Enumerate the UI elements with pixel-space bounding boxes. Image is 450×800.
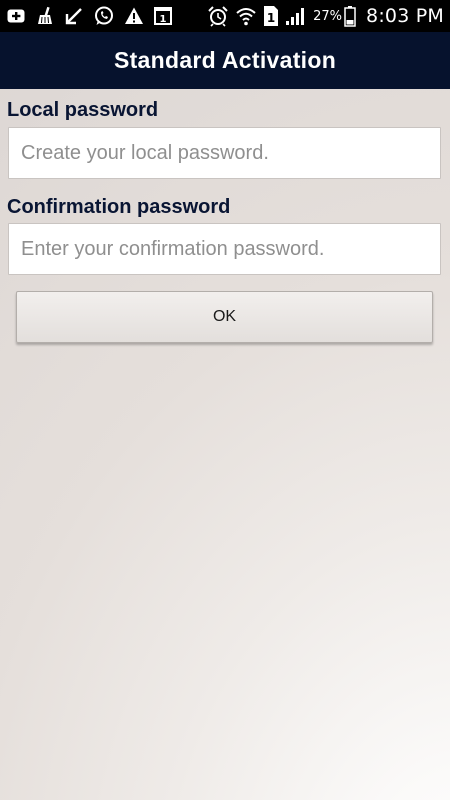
confirmation-password-label: Confirmation password <box>7 196 231 218</box>
missed-call-icon <box>64 6 84 26</box>
confirmation-password-input[interactable] <box>8 223 441 275</box>
ok-button[interactable]: OK <box>16 291 433 343</box>
sim-slot-text: 1 <box>267 11 275 25</box>
activation-form: Local password Confirmation password OK <box>0 89 450 800</box>
warning-icon <box>124 6 144 26</box>
status-left-icons: 1 <box>6 4 182 28</box>
signal-icon <box>285 6 307 26</box>
local-password-label: Local password <box>7 99 159 121</box>
clock: 8:03 PM <box>366 5 444 27</box>
title-bar: Standard Activation <box>0 32 450 89</box>
broom-icon <box>35 6 55 26</box>
wifi-icon <box>235 5 257 27</box>
status-right-icons: 1 27% 8:03 PM <box>207 0 444 32</box>
sim-icon: 1 <box>263 5 279 27</box>
page-title: Standard Activation <box>113 47 337 73</box>
calendar-day-text: 1 <box>160 14 167 25</box>
local-password-input[interactable] <box>8 127 441 179</box>
alarm-icon <box>207 5 229 27</box>
calendar-icon: 1 <box>153 6 173 26</box>
battery-percent: 27% <box>313 8 343 24</box>
whatsapp-icon <box>93 5 115 27</box>
add-box-icon <box>6 6 26 26</box>
battery-icon <box>344 5 356 27</box>
status-bar: 1 1 27% 8:03 PM <box>0 0 450 32</box>
